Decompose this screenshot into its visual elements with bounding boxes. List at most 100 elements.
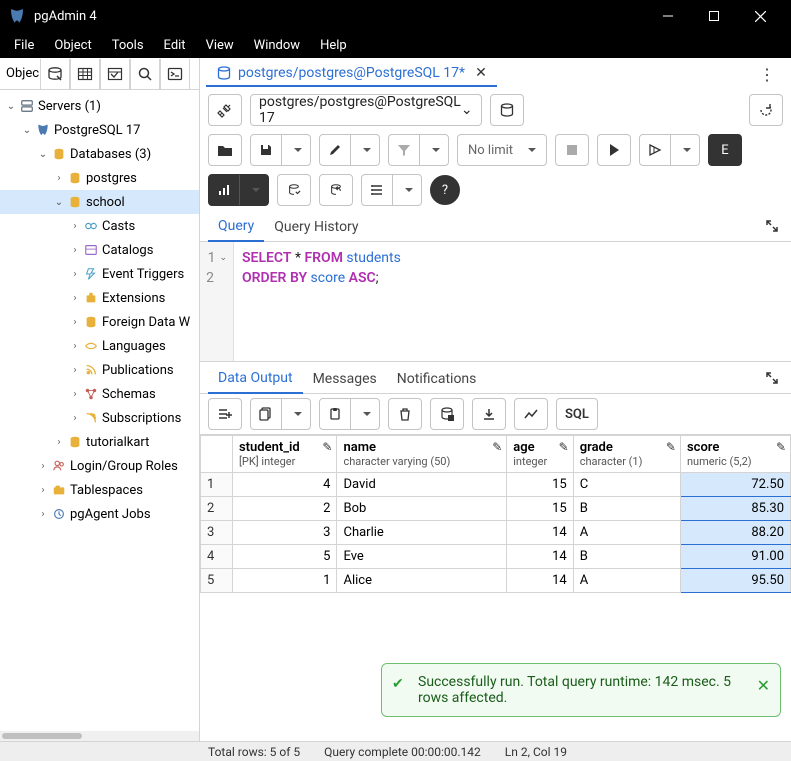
tree-foreign-data-wrappers[interactable]: ›Foreign Data W [0, 310, 199, 334]
cell[interactable]: 15 [507, 497, 573, 521]
download-button[interactable] [472, 398, 506, 430]
filter-rows-icon[interactable] [100, 59, 130, 89]
minimize-button[interactable] [645, 0, 691, 32]
tree-schemas[interactable]: ›Schemas [0, 382, 199, 406]
save-data-button[interactable] [430, 398, 464, 430]
col-age[interactable]: ageinteger✎ [507, 436, 573, 473]
open-file-button[interactable] [208, 134, 242, 166]
sql-button[interactable]: SQL [556, 398, 598, 430]
cell[interactable]: Bob [337, 497, 507, 521]
view-data-icon[interactable] [70, 59, 100, 89]
editor-code[interactable]: SELECT * FROM students ORDER BY score AS… [234, 242, 409, 361]
row-number[interactable]: 5 [201, 569, 233, 593]
pencil-icon[interactable]: ✎ [322, 440, 332, 454]
cell[interactable]: 14 [507, 521, 573, 545]
data-output-tab[interactable]: Data Output [208, 362, 303, 394]
graph-visualizer-button[interactable] [514, 398, 548, 430]
delete-row-button[interactable] [388, 398, 422, 430]
sidebar-scrollbar[interactable] [0, 731, 199, 741]
cell[interactable]: 88.20 [680, 521, 790, 545]
query-tab[interactable]: Query [208, 210, 264, 242]
tree-databases[interactable]: ⌄Databases (3) [0, 142, 199, 166]
tree-extensions[interactable]: ›Extensions [0, 286, 199, 310]
filter-button[interactable] [388, 134, 449, 166]
menu-object[interactable]: Object [46, 36, 99, 55]
row-number[interactable]: 2 [201, 497, 233, 521]
col-student-id[interactable]: student_id[PK] integer✎ [233, 436, 337, 473]
corner-header[interactable] [201, 436, 233, 473]
tree-languages[interactable]: ›Languages [0, 334, 199, 358]
cell[interactable]: B [573, 497, 680, 521]
stop-button[interactable] [555, 134, 589, 166]
commit-button[interactable] [277, 174, 311, 206]
add-row-button[interactable] [208, 398, 242, 430]
col-grade[interactable]: gradecharacter (1)✎ [573, 436, 680, 473]
table-row[interactable]: 51Alice14A95.50 [201, 569, 791, 593]
execute-options-button[interactable] [639, 134, 700, 166]
tree-db-postgres[interactable]: ›postgres [0, 166, 199, 190]
close-toast-icon[interactable]: ✕ [757, 676, 770, 695]
pencil-icon[interactable]: ✎ [492, 440, 502, 454]
query-history-tab[interactable]: Query History [264, 211, 368, 241]
tree-casts[interactable]: ›Casts [0, 214, 199, 238]
cell[interactable]: A [573, 521, 680, 545]
cell[interactable]: B [573, 545, 680, 569]
cell[interactable]: 3 [233, 521, 337, 545]
cell[interactable]: 95.50 [680, 569, 790, 593]
menu-edit[interactable]: Edit [156, 36, 194, 55]
cell[interactable]: 14 [507, 569, 573, 593]
save-button[interactable] [250, 134, 311, 166]
cell[interactable]: Eve [337, 545, 507, 569]
copy-button[interactable] [250, 398, 311, 430]
cell[interactable]: 4 [233, 473, 337, 497]
search-icon[interactable] [130, 59, 160, 89]
tree-db-school[interactable]: ⌄school [0, 190, 199, 214]
close-tab-icon[interactable]: ✕ [475, 65, 487, 81]
tree-catalogs[interactable]: ›Catalogs [0, 238, 199, 262]
messages-tab[interactable]: Messages [303, 363, 387, 393]
psql-icon[interactable] [160, 59, 190, 89]
cell[interactable]: C [573, 473, 680, 497]
cell[interactable]: 15 [507, 473, 573, 497]
tree-db-tutorialkart[interactable]: ›tutorialkart [0, 430, 199, 454]
cell[interactable]: 2 [233, 497, 337, 521]
pencil-icon[interactable]: ✎ [666, 440, 676, 454]
menu-window[interactable]: Window [246, 36, 308, 55]
execute-button[interactable] [597, 134, 631, 166]
close-button[interactable] [737, 0, 783, 32]
cell[interactable]: A [573, 569, 680, 593]
table-row[interactable]: 45Eve14B91.00 [201, 545, 791, 569]
table-row[interactable]: 33Charlie14A88.20 [201, 521, 791, 545]
menu-view[interactable]: View [198, 36, 242, 55]
explain-button[interactable]: E [708, 134, 742, 166]
edit-button[interactable] [319, 134, 380, 166]
pencil-icon[interactable]: ✎ [776, 440, 786, 454]
menu-file[interactable]: File [6, 36, 42, 55]
row-number[interactable]: 3 [201, 521, 233, 545]
cell[interactable]: 72.50 [680, 473, 790, 497]
row-number[interactable]: 4 [201, 545, 233, 569]
tree-tablespaces[interactable]: ›Tablespaces [0, 478, 199, 502]
cell[interactable]: 91.00 [680, 545, 790, 569]
row-number[interactable]: 1 [201, 473, 233, 497]
explain-analyze-button[interactable] [208, 174, 269, 206]
notifications-tab[interactable]: Notifications [387, 363, 487, 393]
expand-editor-icon[interactable] [761, 215, 783, 237]
object-tree[interactable]: ⌄Servers (1) ⌄PostgreSQL 17 ⌄Databases (… [0, 90, 199, 731]
tree-subscriptions[interactable]: ›Subscriptions [0, 406, 199, 430]
connection-select[interactable]: postgres/postgres@PostgreSQL 17 ⌄ [250, 94, 482, 126]
help-button[interactable]: ? [430, 175, 460, 205]
menu-tools[interactable]: Tools [104, 36, 152, 55]
paste-button[interactable] [319, 398, 380, 430]
expand-output-icon[interactable] [761, 367, 783, 389]
cell[interactable]: Charlie [337, 521, 507, 545]
cell[interactable]: David [337, 473, 507, 497]
reset-layout-button[interactable] [749, 94, 783, 126]
cell[interactable]: 1 [233, 569, 337, 593]
table-row[interactable]: 14David15C72.50 [201, 473, 791, 497]
new-connection-button[interactable] [490, 94, 524, 126]
menu-help[interactable]: Help [312, 36, 355, 55]
tree-postgresql[interactable]: ⌄PostgreSQL 17 [0, 118, 199, 142]
cell[interactable]: 85.30 [680, 497, 790, 521]
tree-publications[interactable]: ›Publications [0, 358, 199, 382]
